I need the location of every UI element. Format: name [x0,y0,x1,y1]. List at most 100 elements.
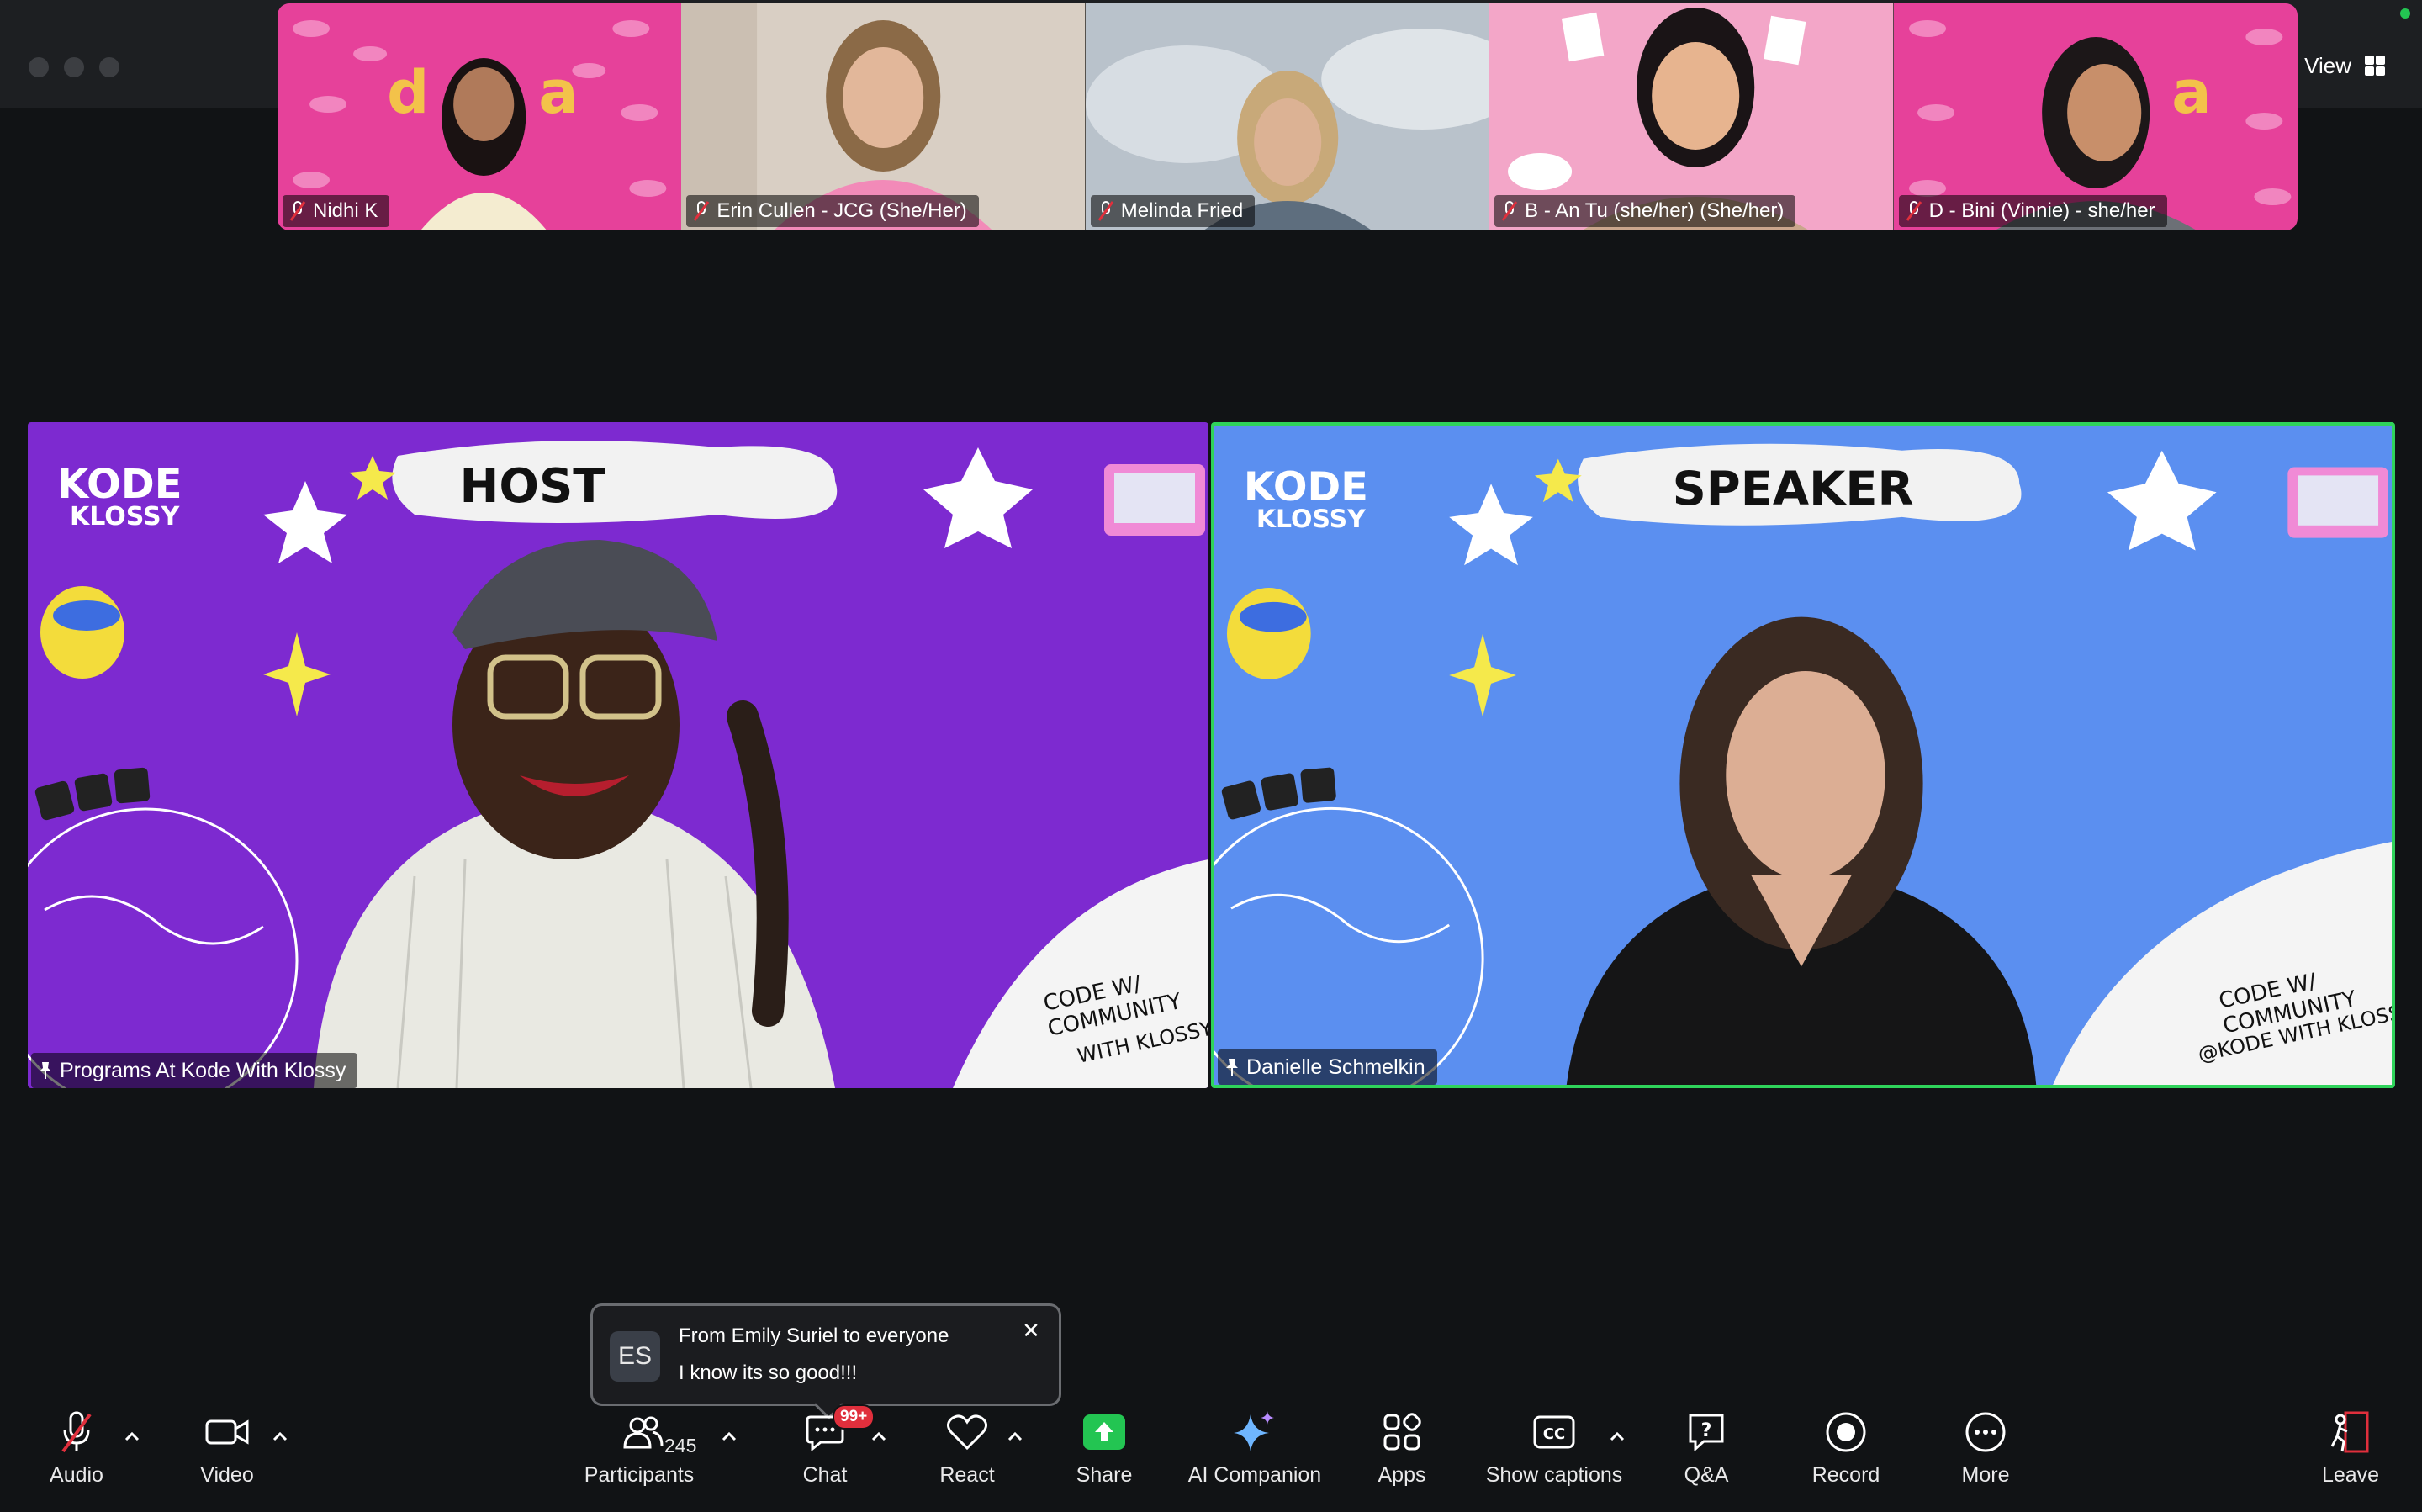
participants-count: 245 [664,1435,697,1456]
close-icon[interactable]: ✕ [1020,1319,1042,1341]
leave-label: Leave [2321,1463,2380,1487]
participant-name: D - Bini (Vinnie) - she/her [1928,199,2155,222]
zoom-window-button[interactable] [99,57,119,77]
grid-view-icon [2365,56,2385,76]
participant-nametag: B - An Tu (she/her) (She/her) [1494,195,1796,227]
brand-kode: KODE [57,461,182,508]
share-arrow-icon [1083,1401,1125,1463]
mic-muted-icon [1097,201,1113,221]
brand-kode: KODE [1244,464,1368,510]
pin-icon [1226,1059,1238,1076]
svg-text:a: a [2171,58,2211,127]
meeting-toolbar: Audio Video 245 Participants 99+ Chat Re… [0,1401,2422,1512]
participants-button[interactable]: 245 Participants [580,1401,698,1488]
qa-button[interactable]: ? Q&A [1679,1401,1734,1488]
participants-icon: 245 [580,1401,698,1463]
gallery-strip: d a Nidhi K Erin Cullen - JCG (She/Her) [278,3,2298,230]
pin-icon [40,1062,51,1079]
mic-muted-icon [56,1401,97,1463]
record-icon [1825,1401,1867,1463]
record-button[interactable]: Record [1808,1401,1884,1488]
brand-klossy: KLOSSY [70,502,181,531]
participant-name: Melinda Fried [1120,199,1244,222]
participant-video-tile[interactable]: Erin Cullen - JCG (She/Her) [681,3,1086,230]
react-options-chevron-icon[interactable] [1006,1430,1024,1443]
host-nametag: Programs At Kode With Klossy [31,1053,358,1088]
react-button[interactable]: React [935,1401,999,1488]
show-captions-button[interactable]: CC Show captions [1483,1401,1625,1488]
mic-muted-icon [1501,201,1518,221]
chat-sender: From Emily Suriel to everyone [679,1324,949,1347]
question-bubble-icon: ? [1687,1401,1726,1463]
minimize-window-button[interactable] [64,57,84,77]
participants-label: Participants [584,1463,695,1487]
chat-message: I know its so good!!! [679,1361,858,1384]
video-options-chevron-icon[interactable] [271,1430,289,1443]
participant-nametag: D - Bini (Vinnie) - she/her [1898,195,2167,227]
svg-text:?: ? [1701,1420,1712,1441]
chat-notification[interactable]: ES From Emily Suriel to everyone I know … [590,1303,1061,1406]
participant-name: Erin Cullen - JCG (She/Her) [717,199,967,222]
apps-icon [1382,1401,1422,1463]
more-dots-icon [1965,1401,2007,1463]
mic-muted-icon [1906,201,1922,221]
speaker-video-feed: SPEAKER KODE KLOSSY CODE W/ COMMUNITY @K… [1214,426,2392,1085]
host-banner: HOST [459,459,605,514]
mic-muted-icon [289,201,306,221]
status-indicator [2400,8,2410,19]
svg-text:a: a [538,58,578,127]
ai-companion-label: AI Companion [1187,1463,1322,1487]
audio-options-chevron-icon[interactable] [123,1430,141,1443]
participant-nametag: Nidhi K [283,195,390,227]
speaker-nametag: Danielle Schmelkin [1218,1049,1437,1085]
apps-label: Apps [1378,1463,1426,1487]
chat-bubble-icon: 99+ [806,1401,875,1463]
participant-video-tile[interactable]: B - An Tu (she/her) (She/her) [1489,3,1894,230]
participant-video-tile[interactable]: a D - Bini (Vinnie) - she/her [1893,3,2298,230]
share-screen-button[interactable]: Share [1076,1401,1132,1488]
video-button[interactable]: Video [192,1401,262,1488]
participant-name: Nidhi K [313,199,378,222]
more-button[interactable]: More [1958,1401,2013,1488]
qa-label: Q&A [1684,1463,1729,1487]
speaker-video-tile[interactable]: SPEAKER KODE KLOSSY CODE W/ COMMUNITY @K… [1211,422,2395,1088]
participant-video-tile[interactable]: Melinda Fried [1085,3,1490,230]
video-camera-icon [204,1401,250,1463]
host-video-tile[interactable]: HOST KODE KLOSSY CODE W/ COMMUNITY WITH … [28,422,1208,1088]
view-label: View [2304,52,2351,78]
participant-nametag: Melinda Fried [1090,195,1256,227]
chat-unread-badge: 99+ [833,1404,875,1430]
host-name: Programs At Kode With Klossy [60,1058,346,1082]
participants-options-chevron-icon[interactable] [720,1430,738,1443]
avatar: ES [610,1331,660,1382]
leave-button[interactable]: Leave [2321,1401,2380,1488]
participant-video-tile[interactable]: d a Nidhi K [278,3,682,230]
speaker-name: Danielle Schmelkin [1246,1055,1425,1079]
close-window-button[interactable] [29,57,49,77]
svg-text:d: d [387,58,429,127]
captions-options-chevron-icon[interactable] [1608,1430,1626,1443]
show-captions-label: Show captions [1485,1463,1623,1487]
heart-icon [946,1401,988,1463]
mic-muted-icon [694,201,710,221]
more-label: More [1961,1463,2010,1487]
closed-captions-icon: CC [1533,1401,1575,1463]
audio-label: Audio [50,1463,103,1487]
share-label: Share [1076,1463,1133,1487]
view-button[interactable]: View [2304,49,2387,82]
leave-door-icon [2329,1401,2372,1463]
record-label: Record [1811,1463,1880,1487]
brand-klossy: KLOSSY [1256,505,1366,534]
chat-options-chevron-icon[interactable] [870,1430,888,1443]
chat-label: Chat [802,1463,848,1487]
speaker-banner: SPEAKER [1673,462,1914,516]
svg-text:CC: CC [1543,1425,1565,1443]
apps-button[interactable]: Apps [1376,1401,1428,1488]
ai-companion-button[interactable]: AI Companion [1186,1401,1324,1488]
audio-button[interactable]: Audio [40,1401,113,1488]
participant-name: B - An Tu (she/her) (She/her) [1525,199,1785,222]
chat-button[interactable]: 99+ Chat [797,1401,875,1488]
react-label: React [939,1463,995,1487]
host-video-feed: HOST KODE KLOSSY CODE W/ COMMUNITY WITH … [28,422,1208,1088]
sparkle-icon [1232,1401,1277,1463]
